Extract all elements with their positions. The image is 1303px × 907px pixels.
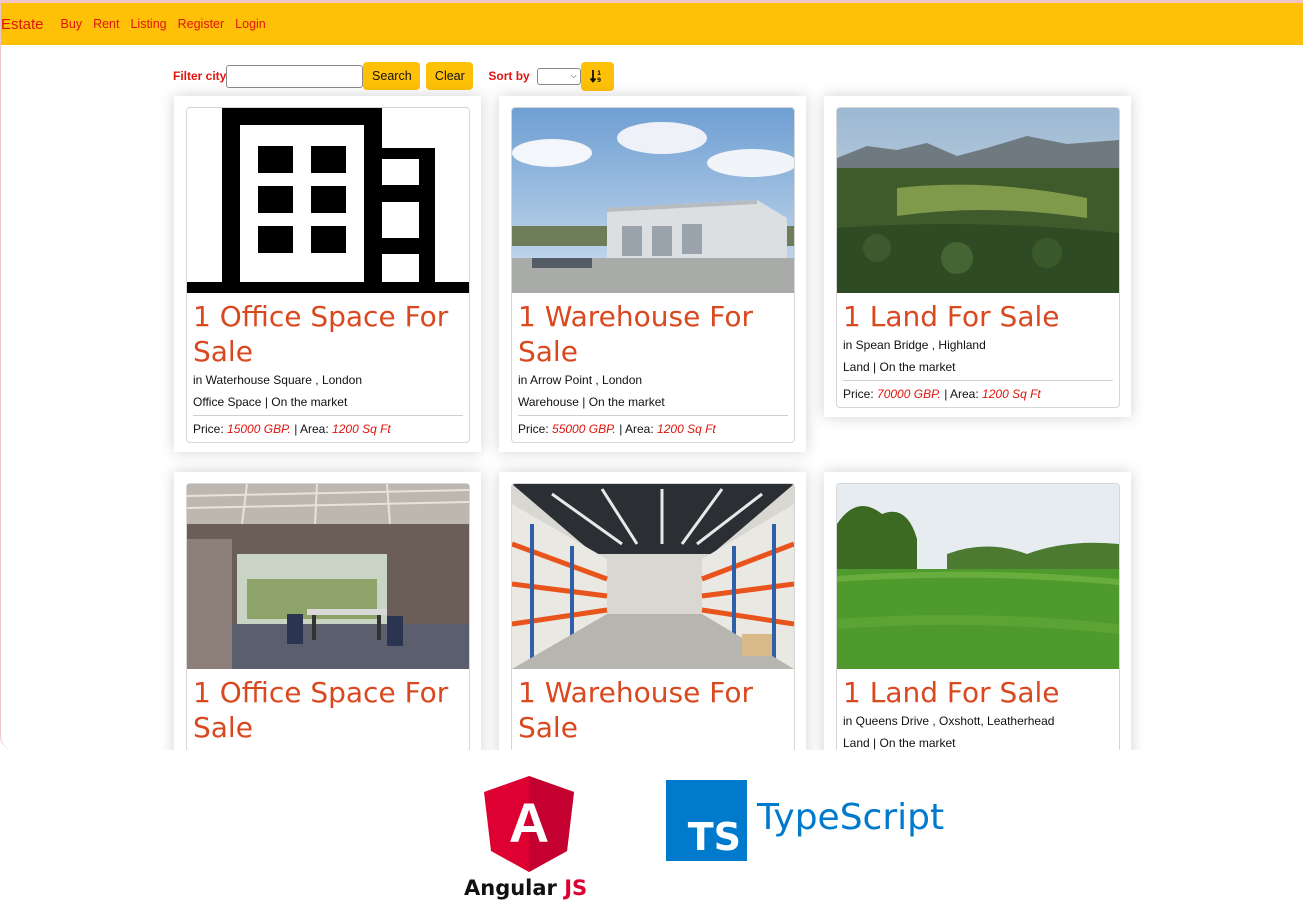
listing-card[interactable]: 1 Land For Sale in Spean Bridge , Highla… bbox=[836, 107, 1120, 408]
listing-title[interactable]: 1 Land For Sale bbox=[843, 675, 1113, 710]
listing-card-body: 1 Warehouse For Sale in Arrow Point , Lo… bbox=[512, 293, 794, 442]
listing-price-area: Price: 55000 GBP. | Area: 1200 Sq Ft bbox=[518, 422, 716, 436]
listing-area: 1200 Sq Ft bbox=[982, 387, 1041, 401]
listing-type-status: Land | On the market bbox=[843, 736, 1113, 750]
typescript-badge: TS bbox=[666, 780, 747, 861]
listing-card-wrapper: 1 Land For Sale in Spean Bridge , Highla… bbox=[824, 96, 1131, 417]
sort-direction-button[interactable]: 1 9 bbox=[580, 61, 614, 91]
typescript-label: TypeScript bbox=[757, 797, 945, 838]
listing-area: 1200 Sq Ft bbox=[657, 422, 716, 436]
nav-link-register[interactable]: Register bbox=[178, 17, 225, 31]
nav-link-buy[interactable]: Buy bbox=[61, 17, 83, 31]
listing-card-wrapper: 1 Office Space For Sale in Waterhouse Sq… bbox=[174, 96, 481, 452]
listing-card-body: 1 Office Space For Sale bbox=[187, 669, 469, 750]
office-building-icon[interactable] bbox=[187, 108, 469, 293]
listing-card-wrapper: 1 Office Space For Sale bbox=[174, 472, 481, 750]
listing-price: 70000 GBP. bbox=[877, 387, 941, 401]
brand-link[interactable]: Estate bbox=[1, 16, 44, 33]
listing-location: in Spean Bridge , Highland bbox=[843, 338, 986, 352]
svg-text:1: 1 bbox=[597, 70, 601, 77]
listing-title[interactable]: 1 Warehouse For Sale bbox=[518, 299, 788, 369]
angular-logo: A bbox=[484, 776, 574, 872]
search-button[interactable]: Search bbox=[363, 62, 421, 90]
listing-location: in Queens Drive , Oxshott, Leatherhead bbox=[843, 714, 1055, 728]
navbar: Estate Buy Rent Listing Register Login bbox=[1, 3, 1303, 45]
app-window: Estate Buy Rent Listing Register Login F… bbox=[0, 0, 1303, 750]
filter-city-label: Filter city bbox=[173, 69, 227, 83]
listing-card[interactable]: 1 Warehouse For Sale in Arrow Point , Lo… bbox=[511, 107, 795, 443]
filter-city-input[interactable] bbox=[226, 64, 364, 88]
listing-type-status: Office Space | On the market bbox=[193, 395, 463, 416]
listing-title[interactable]: 1 Office Space For Sale bbox=[193, 299, 463, 369]
sort-by-select[interactable]: ⌵ bbox=[536, 67, 581, 85]
listing-card-body: 1 Land For Sale in Spean Bridge , Highla… bbox=[837, 293, 1119, 407]
listing-type-status: Land | On the market bbox=[843, 360, 1113, 381]
listing-card-body: 1 Land For Sale in Queens Drive , Oxshot… bbox=[837, 669, 1119, 750]
listing-card-wrapper: 1 Land For Sale in Queens Drive , Oxshot… bbox=[824, 472, 1131, 750]
office-interior-photo[interactable] bbox=[187, 484, 469, 669]
listing-card[interactable]: 1 Land For Sale in Queens Drive , Oxshot… bbox=[836, 483, 1120, 750]
listing-price: 55000 GBP. bbox=[552, 422, 616, 436]
svg-text:A: A bbox=[509, 791, 549, 854]
sort-descending-icon: 1 9 bbox=[590, 70, 601, 83]
green-field-photo[interactable] bbox=[837, 484, 1119, 669]
nav-link-listing[interactable]: Listing bbox=[130, 17, 166, 31]
listing-card-wrapper: 1 Warehouse For Sale bbox=[499, 472, 806, 750]
angular-js-label: Angular JS bbox=[464, 876, 588, 900]
listing-title[interactable]: 1 Office Space For Sale bbox=[193, 675, 463, 745]
chevron-down-icon: ⌵ bbox=[570, 71, 577, 80]
listing-area: 1200 Sq Ft bbox=[332, 422, 391, 436]
warehouse-photo[interactable] bbox=[512, 108, 794, 293]
listing-location: in Waterhouse Square , London bbox=[193, 373, 363, 387]
listing-card-body: 1 Warehouse For Sale bbox=[512, 669, 794, 750]
highland-land-photo[interactable] bbox=[837, 108, 1119, 293]
listing-title[interactable]: 1 Land For Sale bbox=[843, 299, 1113, 334]
listing-card[interactable]: 1 Warehouse For Sale bbox=[511, 483, 795, 750]
filter-toolbar: Filter city Search Clear Sort by ⌵ 1 9 bbox=[173, 61, 614, 91]
sort-by-label: Sort by bbox=[488, 69, 530, 83]
listing-title[interactable]: 1 Warehouse For Sale bbox=[518, 675, 788, 745]
warehouse-interior-photo[interactable] bbox=[512, 484, 794, 669]
technology-logos: A Angular JS TS TypeScript bbox=[0, 750, 1303, 907]
listing-price-area: Price: 15000 GBP. | Area: 1200 Sq Ft bbox=[193, 422, 391, 436]
listing-price: 15000 GBP. bbox=[227, 422, 291, 436]
listing-card-body: 1 Office Space For Sale in Waterhouse Sq… bbox=[187, 293, 469, 442]
listing-location: in Arrow Point , London bbox=[518, 373, 643, 387]
listing-price-area: Price: 70000 GBP. | Area: 1200 Sq Ft bbox=[843, 387, 1041, 401]
nav-link-rent[interactable]: Rent bbox=[93, 17, 119, 31]
listing-card-wrapper: 1 Warehouse For Sale in Arrow Point , Lo… bbox=[499, 96, 806, 452]
svg-text:9: 9 bbox=[597, 77, 601, 83]
nav-link-login[interactable]: Login bbox=[235, 17, 266, 31]
listing-type-status: Warehouse | On the market bbox=[518, 395, 788, 416]
listing-card[interactable]: 1 Office Space For Sale bbox=[186, 483, 470, 750]
clear-button[interactable]: Clear bbox=[426, 62, 474, 90]
listing-card[interactable]: 1 Office Space For Sale in Waterhouse Sq… bbox=[186, 107, 470, 443]
